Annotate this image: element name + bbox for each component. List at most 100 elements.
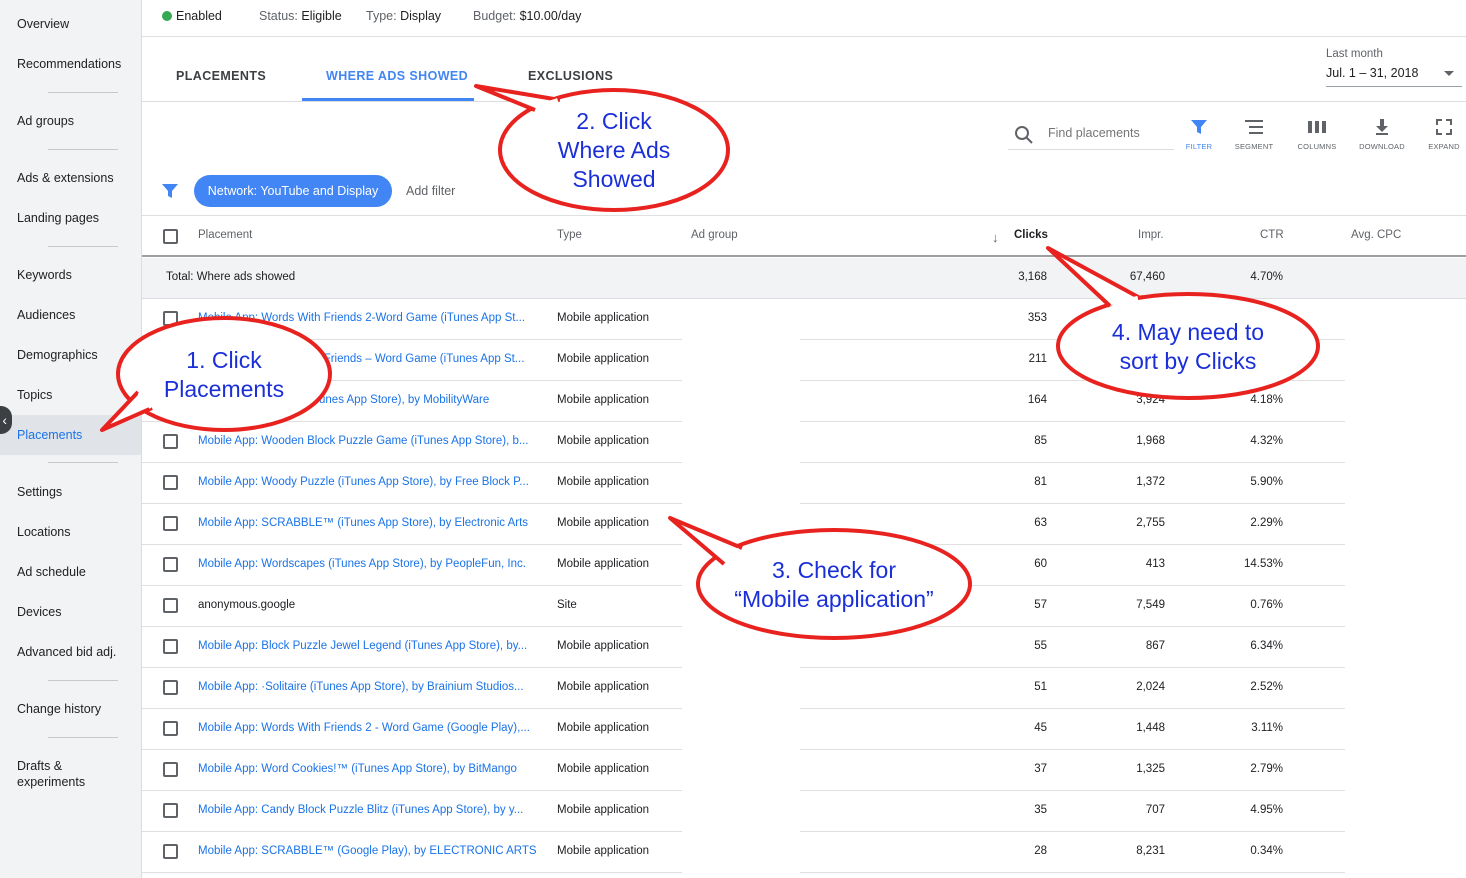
- download-button[interactable]: DOWNLOAD: [1352, 118, 1412, 151]
- search-icon: [1015, 126, 1033, 144]
- row-checkbox[interactable]: [163, 434, 178, 449]
- callout-2-line2: Where Ads: [557, 137, 671, 163]
- placement-type: Mobile application: [557, 517, 650, 529]
- placement-name[interactable]: Mobile App: Word Cookies!™ (iTunes App S…: [198, 763, 540, 775]
- row-checkbox[interactable]: [163, 762, 178, 777]
- placement-type: Mobile application: [557, 353, 650, 365]
- active-tab-indicator: [302, 98, 474, 101]
- tab-placements[interactable]: PLACEMENTS: [176, 69, 266, 101]
- row-checkbox[interactable]: [163, 844, 178, 859]
- impr-value: 3,924: [1136, 394, 1165, 406]
- sidebar-item-audiences[interactable]: Audiences: [0, 307, 141, 323]
- columns-icon: [1308, 121, 1326, 133]
- campaign-type: Type: Display: [366, 9, 441, 23]
- expand-button[interactable]: EXPAND: [1414, 118, 1466, 151]
- placement-name[interactable]: Mobile App: Wooden Block Puzzle Game (iT…: [198, 435, 540, 447]
- impr-value: 1,448: [1136, 722, 1165, 734]
- placement-name[interactable]: Mobile App: SCRABBLE™ (Google Play), by …: [198, 845, 540, 857]
- header-type[interactable]: Type: [557, 229, 582, 241]
- sidebar-item-overview[interactable]: Overview: [0, 16, 141, 32]
- columns-button[interactable]: COLUMNS: [1287, 118, 1347, 151]
- sidebar-item-ad-groups[interactable]: Ad groups: [0, 113, 141, 129]
- header-placement[interactable]: Placement: [198, 229, 252, 241]
- type-label: Type:: [366, 9, 397, 23]
- tab-exclusions[interactable]: EXCLUSIONS: [528, 69, 613, 101]
- sidebar-item-devices[interactable]: Devices: [0, 604, 141, 620]
- campaign-budget[interactable]: Budget: $10.00/day: [473, 9, 581, 23]
- sidebar-item-landing-pages[interactable]: Landing pages: [0, 210, 141, 226]
- header-avg-cpc[interactable]: Avg. CPC: [1351, 229, 1401, 241]
- status-eligible: Status: Eligible: [259, 9, 342, 23]
- row-checkbox[interactable]: [163, 598, 178, 613]
- sidebar-item-demographics[interactable]: Demographics: [0, 347, 141, 363]
- impr-value: 867: [1145, 640, 1165, 652]
- row-checkbox[interactable]: [163, 516, 178, 531]
- sidebar-item-settings[interactable]: Settings: [0, 484, 141, 500]
- network-filter-chip[interactable]: Network: YouTube and Display: [194, 175, 392, 207]
- impr-value: 707: [1145, 804, 1165, 816]
- date-range-selector[interactable]: Jul. 1 – 31, 2018: [1326, 66, 1462, 87]
- filter-button[interactable]: FILTER: [1169, 118, 1229, 151]
- impr-value: 1,968: [1136, 435, 1165, 447]
- sidebar-item-topics[interactable]: Topics: [0, 387, 141, 403]
- clicks-value: 51: [1034, 681, 1047, 693]
- search-input[interactable]: [1048, 126, 1168, 140]
- header-impr[interactable]: Impr.: [1138, 229, 1164, 241]
- sidebar-item-keywords[interactable]: Keywords: [0, 267, 141, 283]
- row-checkbox[interactable]: [163, 311, 178, 326]
- placement-type: Mobile application: [557, 558, 650, 570]
- placement-name[interactable]: Mobile App: SCRABBLE™ (iTunes App Store)…: [198, 517, 540, 529]
- clicks-value: 81: [1034, 476, 1047, 488]
- add-filter-link[interactable]: Add filter: [406, 184, 455, 198]
- row-checkbox[interactable]: [163, 475, 178, 490]
- sidebar-item-placements[interactable]: Placements: [0, 415, 141, 455]
- row-checkbox[interactable]: [163, 680, 178, 695]
- select-all-checkbox[interactable]: [163, 229, 178, 244]
- sidebar-item-experiments[interactable]: experiments: [0, 774, 141, 790]
- clicks-value: 211: [1028, 353, 1047, 365]
- row-checkbox[interactable]: [163, 721, 178, 736]
- filter-icon[interactable]: [162, 183, 178, 199]
- sidebar-item-change-history[interactable]: Change history: [0, 701, 141, 717]
- placement-type: Mobile application: [557, 845, 650, 857]
- sidebar-item-ad-schedule[interactable]: Ad schedule: [0, 564, 141, 580]
- header-clicks[interactable]: Clicks: [1014, 229, 1048, 241]
- search-box[interactable]: [1008, 120, 1174, 150]
- download-label: DOWNLOAD: [1359, 142, 1405, 151]
- status-enabled[interactable]: Enabled: [162, 9, 222, 23]
- sidebar-item-ads-extensions[interactable]: Ads & extensions: [0, 170, 141, 186]
- filter-label: FILTER: [1185, 142, 1213, 151]
- header-ad-group[interactable]: Ad group: [691, 229, 738, 241]
- type-value: Display: [400, 9, 442, 23]
- ctr-value: 2.52%: [1250, 681, 1283, 693]
- dropdown-caret-icon[interactable]: [1444, 71, 1454, 76]
- sidebar-item-advanced-bid-adj[interactable]: Advanced bid adj.: [0, 644, 141, 660]
- placement-name[interactable]: Mobile App: ·Solitaire (iTunes App Store…: [198, 681, 540, 693]
- row-checkbox[interactable]: [163, 557, 178, 572]
- row-checkbox[interactable]: [163, 803, 178, 818]
- row-checkbox[interactable]: [163, 639, 178, 654]
- table-row: Mobile App: Block Puzzle Jewel Legend (i…: [142, 627, 1466, 668]
- sidebar-item-recommendations[interactable]: Recommendations: [0, 56, 141, 72]
- placement-name: anonymous.google: [198, 599, 296, 611]
- placement-name[interactable]: Mobile App: Words With Friends 2-Word Ga…: [198, 312, 540, 324]
- callout-3-text: 3. Check for “Mobile application”: [714, 556, 954, 614]
- tab-where-ads-showed[interactable]: WHERE ADS SHOWED: [326, 69, 468, 101]
- segment-button[interactable]: SEGMENT: [1224, 118, 1284, 151]
- sidebar-item-locations[interactable]: Locations: [0, 524, 141, 540]
- sidebar-item-drafts[interactable]: Drafts &: [0, 758, 141, 774]
- placement-type: Mobile application: [557, 435, 650, 447]
- header-ctr[interactable]: CTR: [1260, 229, 1284, 241]
- ctr-value: 0.76%: [1250, 599, 1283, 611]
- placement-name[interactable]: Mobile App: Candy Block Puzzle Blitz (iT…: [198, 804, 540, 816]
- placement-name[interactable]: Mobile App: Woody Puzzle (iTunes App Sto…: [198, 476, 540, 488]
- placement-type: Mobile application: [557, 394, 650, 406]
- nav-divider: [48, 737, 118, 738]
- placement-name[interactable]: Mobile App: Words With Friends 2 - Word …: [198, 722, 540, 734]
- row-divider: [142, 872, 682, 873]
- clicks-value: 35: [1034, 804, 1047, 816]
- placement-name[interactable]: Mobile App: Block Puzzle Jewel Legend (i…: [198, 640, 540, 652]
- placement-type: Mobile application: [557, 476, 650, 488]
- placement-name[interactable]: Mobile App: Wordscapes (iTunes App Store…: [198, 558, 540, 570]
- nav-divider: [48, 92, 118, 93]
